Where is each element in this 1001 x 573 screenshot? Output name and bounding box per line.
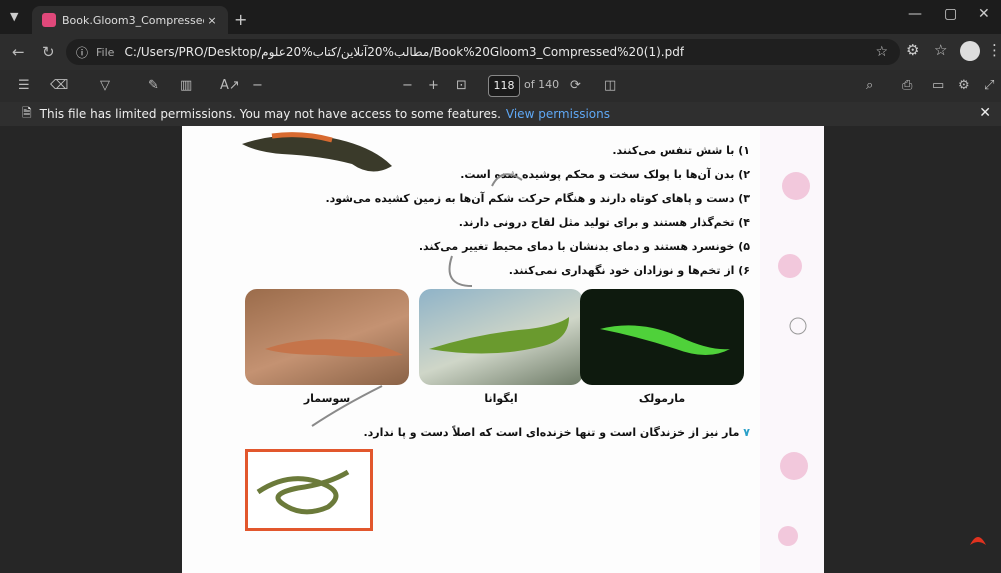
favorites-icon[interactable]: ☆ [934,41,947,59]
tab-list-chevron-icon[interactable]: ▼ [10,10,18,23]
filter-icon[interactable]: ▽ [100,78,110,93]
decorative-margin [760,126,824,573]
new-tab-button[interactable]: + [234,10,247,29]
bookmark-star-icon[interactable]: ☆ [875,44,888,60]
save-icon[interactable]: ▭ [932,78,944,93]
infobar-close-icon[interactable]: ✕ [979,105,991,121]
settings-icon[interactable]: ⚙ [958,78,970,93]
draw-icon[interactable]: ✎ [148,78,159,93]
caption-gecko: مارمولک [638,392,686,405]
zoom-out-button-2[interactable]: − [402,78,413,93]
permissions-message: This file has limited permissions. You m… [39,107,501,121]
url-scheme: File [96,45,115,59]
rotate-icon[interactable]: ⟳ [570,78,581,93]
pdf-page: ۱) با شش تنفس می‌کنند. ۲) بدن آن‌ها با پ… [182,126,824,573]
zoom-out-button[interactable]: − [252,78,263,93]
highlight-icon[interactable]: ⌫ [50,78,68,93]
read-aloud-icon[interactable]: A↗ [220,78,240,93]
acrobat-icon[interactable] [966,525,990,549]
tab-active-pdf[interactable]: Book.Gloom3_Compressed(1).pdf × [32,6,228,34]
extensions-icon[interactable]: ⚙ [906,41,919,59]
print-icon[interactable]: ⎙ [902,78,912,93]
contents-icon[interactable]: ☰ [18,78,30,93]
page-total: of 140 [524,78,560,91]
profile-avatar[interactable] [960,41,980,61]
list-item: ۱) با شش تنفس می‌کنند. [612,144,750,157]
pdf-toolbar: ☰ ⌫ ▽ ✎ ▥ A↗ − − + ⊡ 118 of 140 ⟳ ◫ ⌕ ⎙ … [0,70,1001,102]
maximize-icon[interactable]: ▢ [944,6,957,22]
minimize-icon[interactable]: — [908,6,922,22]
more-menu-icon[interactable]: ⋮ [987,41,1001,59]
page-number-input[interactable]: 118 [488,75,520,97]
split-icon[interactable]: ▥ [180,78,192,93]
address-input[interactable]: ⓘ File C:/Users/PRO/Desktop/مطالب%20آنلا… [66,39,900,65]
address-bar-row: ← ↻ ⓘ File C:/Users/PRO/Desktop/مطالب%20… [0,34,1001,70]
tab-close-icon[interactable]: × [204,14,220,27]
pdf-file-icon [42,13,56,27]
view-permissions-link[interactable]: View permissions [506,107,610,121]
lock-icon: 🗎 [22,105,32,120]
search-icon[interactable]: ⌕ [866,78,873,93]
fit-page-icon[interactable]: ⊡ [456,78,467,93]
back-arrow-icon[interactable]: ← [12,43,25,61]
pin-icon[interactable]: ⤢ [984,78,994,93]
title-bar: ▼ Book.Gloom3_Compressed(1).pdf × + — ▢ … [0,0,1001,34]
snake-marker: ۷ [743,426,750,439]
page-view-icon[interactable]: ◫ [604,78,616,93]
tab-title: Book.Gloom3_Compressed(1).pdf [62,13,204,27]
site-info-icon[interactable]: ⓘ [76,44,88,61]
reload-icon[interactable]: ↻ [42,43,55,61]
url-text[interactable]: C:/Users/PRO/Desktop/مطالب%20آنلاین/کتاب… [124,45,684,59]
gecko-photo [580,289,744,385]
close-window-icon[interactable]: ✕ [978,6,990,22]
zoom-in-button[interactable]: + [428,78,439,93]
handwriting-scribble [311,173,523,427]
permissions-infobar: 🗎 This file has limited permissions. You… [0,102,1001,126]
